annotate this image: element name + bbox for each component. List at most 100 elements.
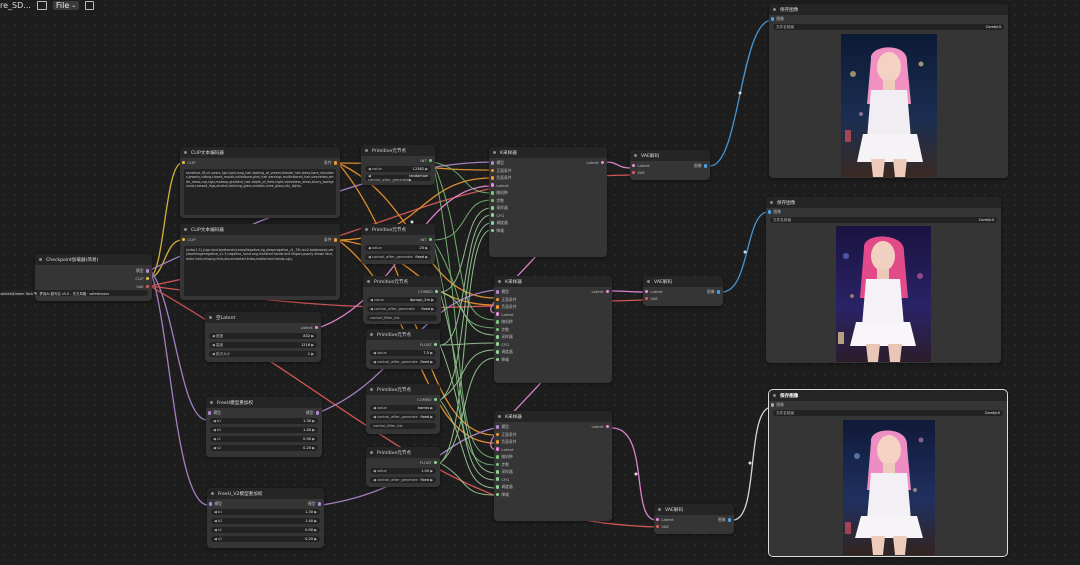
negative-prompt-textarea[interactable]: (nsfw:1.3),(sign,text,badhandv4,easyNega… [184,246,336,296]
output-image[interactable]: 图像 [718,517,731,523]
clip-text-encode-negative-node[interactable]: CLIP文本编码器 CLIP 条件 (nsfw:1.3),(sign,text,… [180,224,340,300]
input-sampler[interactable]: 采样器 [491,205,508,211]
value-widget[interactable]: ◀ value 12382 ▶ [365,166,431,172]
collapse-dot-icon[interactable] [647,280,650,283]
input-steps[interactable]: 步数 [496,462,509,468]
output-latent[interactable]: Latent [586,160,604,165]
input-positive[interactable]: 正面条件 [491,168,512,174]
control-after-generate-widget[interactable]: ◀ control_after_generate fixed ▶ [365,254,431,260]
value-widget[interactable]: ◀ value dpmpp_2m ▶ [367,297,437,303]
s1-widget[interactable]: ◀ s1 0.90 ▶ [210,436,318,442]
input-positive[interactable]: 正面条件 [496,297,517,303]
output-vae[interactable]: VAE [136,284,149,289]
input-denoise[interactable]: 降噪 [496,357,509,363]
input-cfg[interactable]: CFG [496,342,509,347]
input-clip[interactable]: CLIP [182,160,196,165]
input-clip[interactable]: CLIP [182,237,196,242]
ksampler-node-1[interactable]: K采样器 Latent 模型 正面条件 负面条件 Latent 随机种 步数 采… [489,147,607,257]
input-image[interactable]: 图像 [771,402,784,408]
input-latent[interactable]: Latent [656,517,674,522]
output-latent[interactable]: Latent [591,289,609,294]
s1-widget[interactable]: ◀ s1 0.90 ▶ [211,527,320,533]
freeu-v2-node[interactable]: FreeU_V2模型重加权 模型 模型 ◀ b1 1.30 ▶ ◀ b2 1.40 … [207,488,324,548]
output-image[interactable]: 图像 [707,289,720,295]
collapse-dot-icon[interactable] [493,151,496,154]
b1-widget[interactable]: ◀ b1 1.30 ▶ [210,418,318,424]
output-image-preview[interactable] [843,420,935,555]
output-image[interactable]: 图像 [694,163,707,169]
input-image[interactable]: 图像 [771,16,784,22]
collapse-dot-icon[interactable] [209,316,212,319]
save-icon[interactable] [85,0,95,10]
collapse-dot-icon[interactable] [773,394,776,397]
input-latent[interactable]: Latent [496,447,514,452]
output-latent[interactable]: Latent [591,424,609,429]
input-latent[interactable]: Latent [496,312,514,317]
collapse-dot-icon[interactable] [770,201,773,204]
collapse-dot-icon[interactable] [367,280,370,283]
save-image-node-3[interactable]: 保存图像 图像 文件名前缀 ComfyUI [768,389,1008,557]
batch-size-widget[interactable]: ◀ 批次大小 1 ▶ [209,351,317,357]
input-scheduler[interactable]: 调度器 [496,349,513,355]
input-steps[interactable]: 步数 [491,198,504,204]
s2-widget[interactable]: ◀ s2 0.20 ▶ [211,536,320,542]
freeu-node[interactable]: FreeU模型重加权 模型 模型 ◀ b1 1.30 ▶ ◀ b2 1.40 ▶ ◀… [206,397,322,457]
primitive-scheduler-node[interactable]: Primitive元节点 COMBO ◀ value karras ▶ ◀ con… [366,384,440,434]
ksampler-node-2[interactable]: K采样器 Latent 模型 正面条件 负面条件 Latent 随机种 步数 采… [494,276,612,383]
image-icon[interactable] [36,0,47,10]
input-scheduler[interactable]: 调度器 [491,220,508,226]
control-after-generate-widget[interactable]: ◀ control_after_generate fixed ▶ [370,359,436,365]
b2-widget[interactable]: ◀ b2 1.40 ▶ [210,427,318,433]
input-model[interactable]: 模型 [491,160,504,166]
input-negative[interactable]: 负面条件 [496,439,517,445]
control-filter-list-input[interactable]: control_filter_list [367,315,437,321]
collapse-dot-icon[interactable] [365,149,368,152]
input-negative[interactable]: 负面条件 [496,304,517,310]
input-vae[interactable]: VAE [645,296,658,301]
filename-prefix-widget[interactable]: 文件名前缀 ComfyUI [773,24,1004,30]
input-model[interactable]: 模型 [209,501,222,507]
collapse-dot-icon[interactable] [210,401,213,404]
value-widget[interactable]: ◀ value 1.00 ▶ [370,468,436,474]
input-seed[interactable]: 随机种 [496,454,513,460]
width-widget[interactable]: ◀ 宽度 832 ▶ [209,333,317,339]
control-after-generate-widget[interactable]: ◀ control_after_generate randomize ▶ [365,174,431,182]
input-latent[interactable]: Latent [632,163,650,168]
filename-prefix-widget[interactable]: 文件名前缀 ComfyUI [773,410,1003,416]
collapse-dot-icon[interactable] [211,492,214,495]
output-model[interactable]: 模型 [306,410,319,416]
value-widget[interactable]: ◀ value karras ▶ [370,405,436,411]
height-widget[interactable]: ◀ 高度 1216 ▶ [209,342,317,348]
collapse-dot-icon[interactable] [498,415,501,418]
ksampler-node-3[interactable]: K采样器 Latent 模型 正面条件 负面条件 Latent 随机种 步数 采… [494,411,612,521]
vae-decode-node-2[interactable]: VAE解码 Latent VAE 图像 [643,276,723,306]
checkpoint-name-widget[interactable]: ubliteit\Dream Tech 🔍 梦羽AI 超写实 v5.0 - 东方… [0,290,148,296]
output-image-preview[interactable] [841,34,937,177]
output-conditioning[interactable]: 条件 [324,237,337,243]
collapse-dot-icon[interactable] [498,280,501,283]
save-image-node-2[interactable]: 保存图像 图像 文件名前缀 ComfyUI [766,197,1001,363]
input-sampler[interactable]: 采样器 [496,469,513,475]
collapse-dot-icon[interactable] [370,333,373,336]
collapse-dot-icon[interactable] [773,8,776,11]
primitive-sampler-node[interactable]: Primitive元节点 COMBO ◀ value dpmpp_2m ▶ ◀ c… [363,276,441,324]
input-denoise[interactable]: 降噪 [496,492,509,498]
output-clip[interactable]: CLIP [135,276,149,281]
input-model[interactable]: 模型 [496,424,509,430]
input-vae[interactable]: VAE [632,170,645,175]
output-int[interactable]: INT [420,158,432,163]
control-after-generate-widget[interactable]: ◀ control_after_generate fixed ▶ [370,414,436,420]
collapse-dot-icon[interactable] [370,388,373,391]
primitive-denoise-node[interactable]: Primitive元节点 FLOAT ◀ value 1.00 ▶ ◀ contr… [366,447,440,487]
collapse-dot-icon[interactable] [365,228,368,231]
output-combo[interactable]: COMBO [418,289,438,294]
value-widget[interactable]: ◀ value 7.5 ▶ [370,350,436,356]
filename-prefix-widget[interactable]: 文件名前缀 ComfyUI [770,217,997,223]
output-float[interactable]: FLOAT [420,460,437,465]
output-image-preview[interactable] [836,226,931,362]
vae-decode-node-1[interactable]: VAE解码 Latent VAE 图像 [630,150,710,180]
collapse-dot-icon[interactable] [184,151,187,154]
input-image[interactable]: 图像 [768,209,781,215]
collapse-dot-icon[interactable] [184,228,187,231]
input-scheduler[interactable]: 调度器 [496,484,513,490]
